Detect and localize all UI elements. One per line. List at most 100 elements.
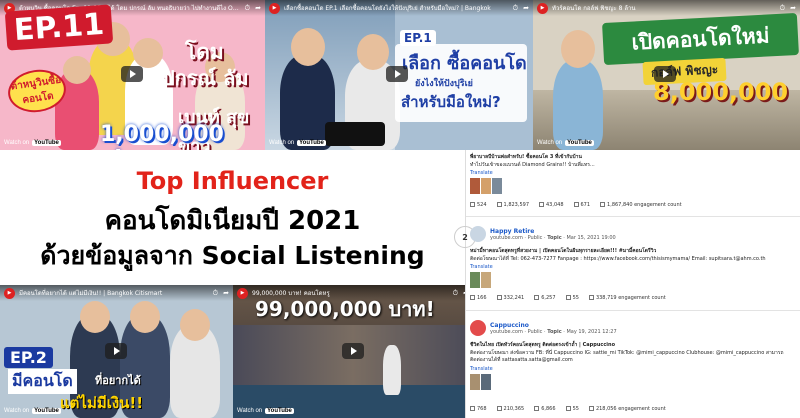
video-title[interactable]: ทัวร์คอนโด กอล์ฟ พิชญะ 8 ล้าน [552,3,776,13]
watch-on-youtube[interactable]: Watch on YouTube [4,140,61,146]
play-icon[interactable] [654,66,676,82]
camera-rig [325,122,385,146]
view-icon [496,202,502,207]
post-author[interactable]: Happy Retire youtube.com · Public · Topi… [470,226,616,242]
person-figure [383,345,401,395]
share-icon[interactable]: ➦ [255,4,261,13]
watch-on-youtube[interactable]: Watch on YouTube [537,140,594,146]
headline-title: Top Influencer [136,167,329,195]
channel-avatar[interactable]: ▶ [537,2,548,14]
translate-link[interactable]: Translate [470,264,493,270]
video-thumbnail-2[interactable]: ▶ เลือกซื้อคอนโด EP.1 เลือกซื้อคอนโดยังไ… [265,0,533,150]
comment-icon [470,406,475,411]
post-body: ทำไปวันเข้าของแบรนด์ Diamond Grains!! บ้… [470,162,595,168]
watch-on-label: Watch on [537,140,563,146]
social-listening-feed: พี่ยาบาลบีบ้านพ่อสำหรับ! ซื้อคอนโด 3 ที่… [454,150,800,418]
youtube-logo-icon: YouTube [32,140,61,146]
view-icon [496,406,502,411]
comment-icon [470,202,475,207]
engagement-count: 338,719 engagement count [588,295,666,301]
youtube-logo-icon: YouTube [565,140,594,146]
post-thumbnail[interactable] [470,178,502,194]
post-stats: 166 332,241 6,257 55 338,719 engagement … [470,295,666,301]
translate-link[interactable]: Translate [470,170,493,176]
watch-on-label: Watch on [237,408,263,414]
video-controls: ⏱➦ [513,4,529,13]
post-thumbnail[interactable] [470,272,491,288]
post-title[interactable]: ชีวิตในไทย เปิดทัวร์คอนโดสุดหรู ติดต่อตร… [470,342,790,349]
watch-later-icon[interactable]: ⏱ [780,4,785,13]
video-top-bar: ▶ มีคอนโดที่อยากได้ แต่ไม่มีเงิน!! | Ban… [0,285,233,301]
watch-on-youtube[interactable]: Watch on YouTube [4,408,61,414]
channel-avatar[interactable]: ▶ [4,287,15,299]
watch-on-youtube[interactable]: Watch on YouTube [237,408,294,414]
watch-on-youtube[interactable]: Watch on YouTube [269,140,326,146]
person-head [561,30,595,68]
video-title[interactable]: เลือกซื้อคอนโด EP.1 เลือกซื้อคอนโดยังไงใ… [284,3,509,13]
watch-later-icon[interactable]: ⏱ [213,289,218,298]
views-count: 1,000,000 views [100,122,224,150]
view-count: 332,241 [496,295,524,301]
price-label: 8,000,000 [653,78,789,106]
dislike-icon [565,406,571,411]
avatar[interactable] [470,320,486,336]
play-icon[interactable] [342,343,364,359]
engagement-icon [600,202,606,207]
thumbnail-text: ปกรณ์ ลัม [162,66,249,90]
video-thumbnail-4[interactable]: ▶ มีคอนโดที่อยากได้ แต่ไม่มีเงิน!! | Ban… [0,285,233,418]
translate-link[interactable]: Translate [470,366,493,372]
person-head [291,28,325,66]
video-top-bar: ▶ ทัวร์คอนโด กอล์ฟ พิชญะ 8 ล้าน ⏱ ➦ [533,0,800,16]
post-thumbnail[interactable] [470,374,491,390]
watch-on-label: Watch on [4,140,30,146]
post-title[interactable]: หม่ามี้หาคอนโดสุดหรูที่สวยงาม | เปิดคอนโ… [470,248,790,255]
thumbnail-sign: เปิดคอนโดใหม่ [602,12,799,66]
like-icon [534,406,540,411]
watch-later-icon[interactable]: ⏱ [513,4,518,13]
post-author[interactable]: Cappuccino youtube.com · Public · Topic … [470,320,617,336]
watch-later-icon[interactable]: ⏱ [245,4,250,13]
dislike-count: 671 [573,202,590,208]
video-top-bar: ▶ เลือกซื้อคอนโด EP.1 เลือกซื้อคอนโดยังไ… [265,0,533,16]
comment-count: 768 [470,406,487,412]
youtube-logo-icon: YouTube [32,408,61,414]
like-icon [539,202,544,207]
video-controls: ⏱➦ [780,4,796,13]
dislike-icon [565,295,571,300]
avatar[interactable] [470,226,486,242]
post-stats: 768 210,365 6,866 55 218,056 engagement … [470,406,666,412]
thumbnail-text: สำหรับมือใหม่? [401,93,501,111]
author-name[interactable]: Happy Retire [490,228,616,235]
watch-later-icon[interactable]: ⏱ [453,289,458,298]
play-icon[interactable] [105,343,127,359]
video-thumbnail-5[interactable]: ▶ 99,000,000 บาท! คอนโดหรู ⏱➦ 99,000,000… [233,285,473,418]
author-name[interactable]: Cappuccino [490,322,617,329]
watch-on-label: Watch on [4,408,30,414]
channel-avatar[interactable]: ▶ [237,287,248,299]
video-controls: ⏱➦ [245,4,261,13]
video-thumbnail-1[interactable]: ▶ ต้าหนูวิน ซื้อคอนโด Ep. 11 พิธีกรได้ โ… [0,0,265,150]
video-title[interactable]: มีคอนโดที่อยากได้ แต่ไม่มีเงิน!! | Bangk… [19,288,209,298]
engagement-icon [588,295,594,300]
video-thumbnail-3[interactable]: ▶ ทัวร์คอนโด กอล์ฟ พิชญะ 8 ล้าน ⏱ ➦ เปิดค… [533,0,800,150]
channel-avatar[interactable]: ▶ [269,2,280,14]
post-body: ติดต่องานโฆษณา ส่งข้อความ FB: ที่นี่ Cap… [470,350,784,363]
post-title[interactable]: พี่ยาบาลบีบ้านพ่อสำหรับ! ซื้อคอนโด 3 ที่… [470,154,790,161]
thumbnail-text: ยังไงให้ปังปุริเย่ [415,79,473,89]
engagement-count: 218,056 engagement count [588,406,666,412]
comment-count: 524 [470,202,487,208]
person-head [180,309,210,341]
play-icon[interactable] [386,66,408,82]
dislike-count: 55 [565,406,579,412]
dislike-count: 55 [565,295,579,301]
person-head [63,56,91,84]
post-body: ติดต่อโฆษณาได้ที่ Tel: 062-473-7277 Fanp… [470,256,766,262]
play-icon[interactable] [121,66,143,82]
like-count: 43,048 [539,202,564,208]
person-head [130,301,160,333]
share-icon[interactable]: ➦ [223,289,229,298]
share-icon[interactable]: ➦ [523,4,529,13]
view-count: 210,365 [496,406,524,412]
headline-line2: คอนโดมิเนียมปี 2021 [104,206,361,236]
share-icon[interactable]: ➦ [790,4,796,13]
